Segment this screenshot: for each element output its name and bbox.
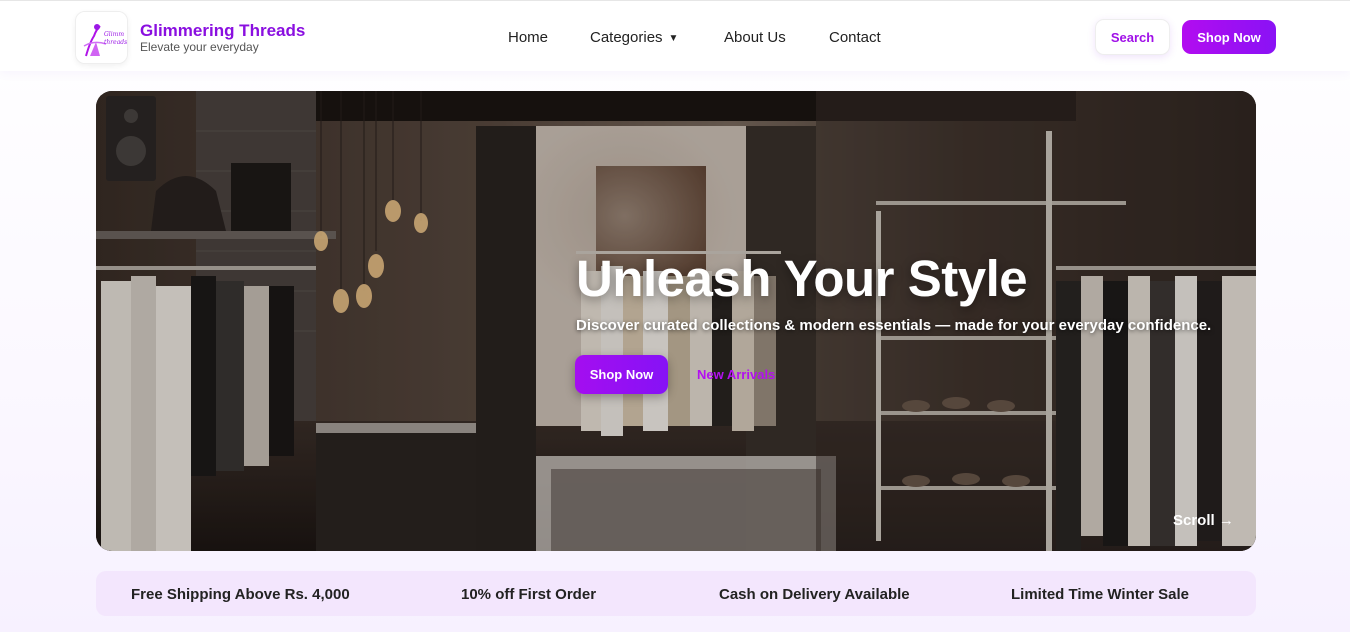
promo-item: Cash on Delivery Available xyxy=(719,586,910,603)
nav-contact-link[interactable]: Contact xyxy=(829,29,881,46)
nav-categories-dropdown[interactable]: Categories ▼ xyxy=(590,29,678,46)
header-shop-now-button[interactable]: Shop Now xyxy=(1182,20,1276,54)
promo-item: 10% off First Order xyxy=(461,586,597,603)
promo-item: Limited Time Winter Sale xyxy=(1011,586,1189,603)
new-arrivals-link[interactable]: New Arrivals xyxy=(697,367,775,382)
nav-about-link[interactable]: About Us xyxy=(724,29,786,46)
search-button[interactable]: Search xyxy=(1095,19,1170,55)
svg-text:threads: threads xyxy=(104,39,127,46)
promo-bar: Free Shipping Above Rs. 4,000 10% off Fi… xyxy=(96,571,1256,616)
svg-text:Glimm: Glimm xyxy=(104,31,124,38)
hero-shop-now-button[interactable]: Shop Now xyxy=(575,355,668,394)
hero-banner: Unleash Your Style Discover curated coll… xyxy=(96,91,1256,551)
logo-icon: Glimm threads xyxy=(76,12,127,63)
brand-tagline: Elevate your everyday xyxy=(140,40,259,54)
promo-item: Free Shipping Above Rs. 4,000 xyxy=(131,586,350,603)
nav-home-link[interactable]: Home xyxy=(508,29,548,46)
caret-down-icon: ▼ xyxy=(668,33,679,44)
site-header: Glimm threads Glimmering Threads Elevate… xyxy=(0,0,1350,71)
nav-categories-label: Categories xyxy=(590,29,663,46)
scroll-link[interactable]: Scroll → xyxy=(1173,512,1234,529)
hero-title: Unleash Your Style xyxy=(576,250,1028,307)
brand-name[interactable]: Glimmering Threads xyxy=(140,21,305,41)
brand-logo[interactable]: Glimm threads xyxy=(75,11,128,64)
hero-subtitle: Discover curated collections & modern es… xyxy=(576,317,1212,334)
